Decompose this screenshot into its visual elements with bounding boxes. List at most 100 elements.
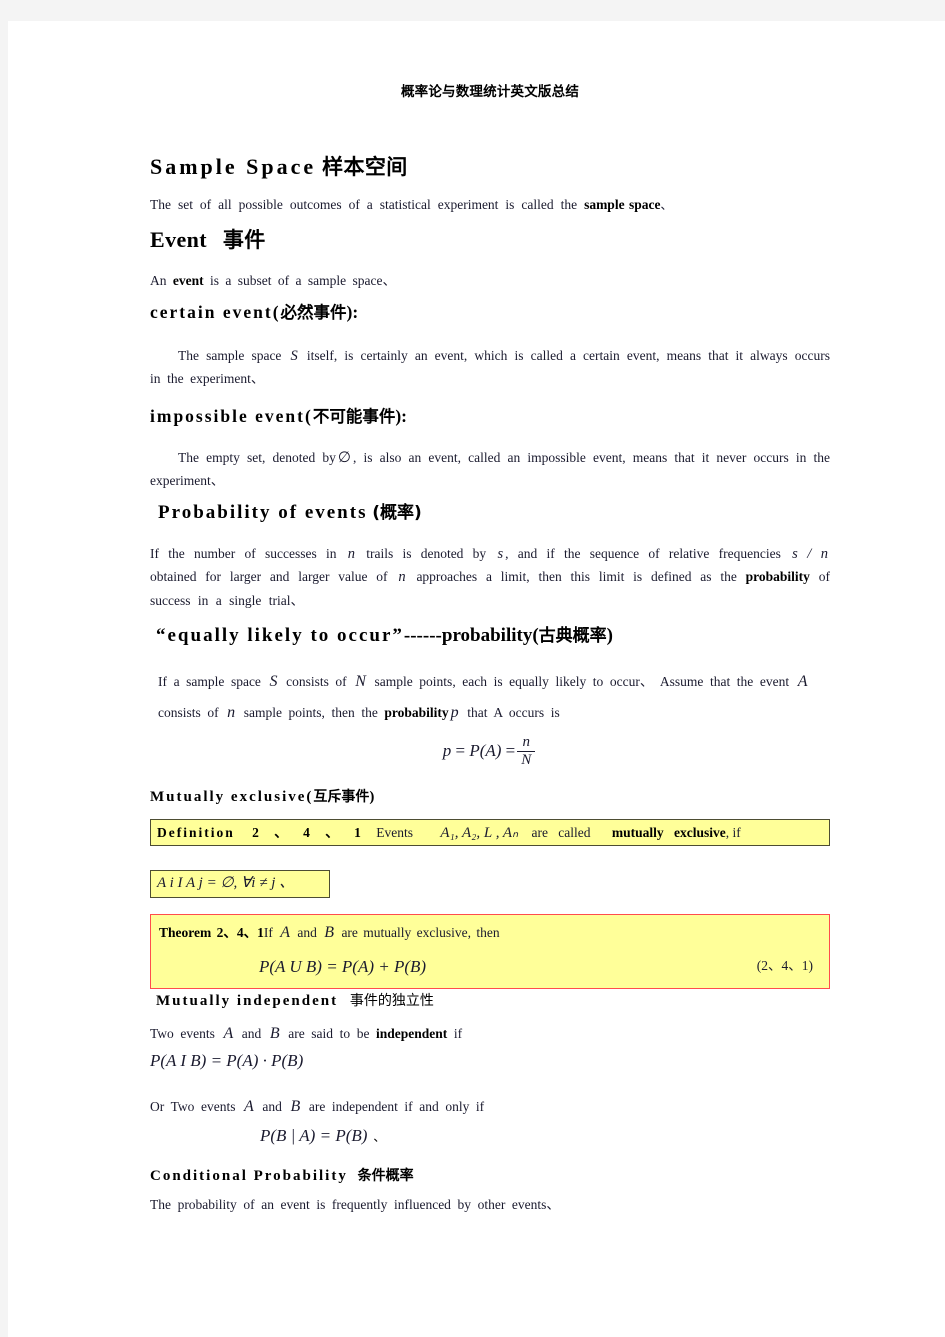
text-certain-1: The sample space <box>178 348 289 363</box>
definition-callout-box: Definition 2 、 4 、 1 Events A₁, A₂, L , … <box>150 819 830 847</box>
heading-mutex-tail: ) <box>369 789 375 805</box>
symbol-s: s <box>497 546 504 562</box>
theorem-text-3: are mutually exclusive, then <box>336 925 500 940</box>
text-sample-space-tail: 、 <box>660 198 673 212</box>
section-mutually-exclusive: Mutually exclusive(互斥事件) <box>150 789 830 806</box>
text-indep-1c: are said to be <box>281 1026 377 1041</box>
definition-number: 2 、 4 、 1 <box>252 825 361 840</box>
text-sample-space-bold: sample space <box>584 197 661 212</box>
text-event-bold: event <box>172 273 204 288</box>
text-eq-1: If a sample space <box>158 674 268 689</box>
theorem-label: Theorem <box>159 925 212 940</box>
theorem-callout-box: Theorem 2、4、1If A and B are mutually exc… <box>150 914 830 989</box>
text-eq-5: sample points, then the <box>237 705 385 721</box>
definition-symbols: A₁, A₂, L , Aₙ <box>440 825 519 841</box>
theorem-equation-number: (2、4、1) <box>756 958 813 973</box>
definition-label: Definition <box>157 825 235 840</box>
symbol-n-2: n <box>398 569 406 586</box>
heading-conditional-probability: Conditional Probability 条件概率 <box>150 1168 830 1185</box>
paragraph-impossible-event: The empty set, denoted by ∅, is also an e… <box>150 446 830 492</box>
theorem-text-2: and <box>292 925 323 940</box>
text-prob-bold: probability <box>745 569 810 585</box>
formula-denominator: N <box>517 751 536 769</box>
heading-mutex-cn: 互斥事件 <box>313 789 370 805</box>
symbol-A-indep: A <box>223 1025 234 1042</box>
heading-equally-bold: probability( <box>441 625 539 646</box>
formula-body: p = P(A) = n N <box>443 734 538 768</box>
heading-cond-en: Conditional Probability <box>150 1168 348 1184</box>
theorem-equation: P(A U B) = P(A) + P(B) <box>259 957 427 976</box>
heading-cond-cn: 条件概率 <box>357 1168 414 1184</box>
text-indep-2a: Or Two events <box>150 1099 243 1114</box>
section-conditional-probability: Conditional Probability 条件概率 <box>150 1168 830 1185</box>
theorem-number: 2、4、1 <box>216 925 264 940</box>
formula-numerator: n <box>522 734 531 750</box>
text-cond-body: The probability of an event is frequentl… <box>150 1197 560 1212</box>
formula-conditional-tail: 、 <box>373 1130 386 1144</box>
text-eq-2: consists of <box>279 674 354 689</box>
theorem-symbol-B: B <box>324 924 335 941</box>
formula-independent-1: P(A I B) = P(A) · P(B) <box>150 1051 830 1071</box>
paragraph-probability-of-events: If the number of successes in n trails i… <box>150 543 830 612</box>
formula-mid: P(A) <box>469 741 502 761</box>
paragraph-independent-1: Two events A and B are said to be indepe… <box>150 1021 830 1047</box>
heading-impossible-event-en: impossible event( <box>150 406 313 426</box>
heading-sample-space-cn: 样本空间 <box>322 155 408 179</box>
section-impossible-event: impossible event(不可能事件): <box>150 406 830 427</box>
heading-sample-space-en: Sample Space <box>150 154 317 179</box>
section-certain-event: certain event(必然事件): <box>150 302 830 323</box>
paragraph-certain-event: The sample space S itself, is certainly … <box>150 345 830 390</box>
symbol-n-3: n <box>227 704 236 722</box>
heading-equally-quote: “equally likely to occur” <box>156 625 404 646</box>
formula-fraction: nN <box>517 734 536 769</box>
paragraph-sample-space: The set of all possible outcomes of a st… <box>150 194 830 216</box>
heading-certain-event-cn: 必然事件 <box>280 303 347 322</box>
definition-subformula-box: A i I A j = ∅, ∀i ≠ j 、 <box>150 870 330 898</box>
document-page: 概率论与数理统计英文版总结 Sample Space 样本空间 The set … <box>8 21 945 1337</box>
formula-independent-2: P(B | A) = P(B) 、 <box>150 1126 940 1146</box>
formula-conditional-expr: P(B | A) = P(B) <box>260 1126 368 1145</box>
section-probability-of-events: Probability of events (概率) <box>150 502 838 524</box>
heading-event-cn: 事件 <box>222 228 266 252</box>
heading-probability-of-events: Probability of events (概率) <box>158 502 838 524</box>
definition-text-2: are called <box>531 825 591 840</box>
text-indep-1b: and <box>235 1026 268 1041</box>
symbol-A-indep-2: A <box>244 1098 254 1115</box>
heading-equally-cn: 古典概率 <box>538 626 607 646</box>
text-event-lead: An <box>150 273 173 288</box>
heading-equally-dashes: ------ <box>403 625 442 646</box>
heading-event: Event 事件 <box>150 227 830 252</box>
heading-sample-space: Sample Space 样本空间 <box>150 154 830 179</box>
heading-prob-events-cn: (概率) <box>372 503 422 523</box>
text-eq-6: that A occurs is <box>460 705 560 721</box>
text-impossible-1: The empty set, denoted by <box>178 450 336 465</box>
formula-independent-expr: P(A I B) = P(A) · P(B) <box>150 1051 304 1070</box>
formula-classical-probability: p = P(A) = n N <box>150 734 830 770</box>
text-indep-2c: are independent if and only if <box>302 1099 485 1114</box>
section-event: Event 事件 <box>150 227 830 252</box>
symbol-B-indep-2: B <box>290 1098 301 1115</box>
text-prob-4: obtained for larger and larger value of <box>150 569 397 585</box>
heading-equally-likely: “equally likely to occur”------probabili… <box>156 625 836 647</box>
symbol-A: A <box>797 673 808 690</box>
text-prob-1: If the number of successes in <box>150 546 346 561</box>
symbol-empty-set: ∅ <box>337 450 351 466</box>
text-indep-1d: if <box>447 1026 463 1041</box>
heading-equally-tail: ) <box>606 625 613 646</box>
heading-certain-event-en: certain event( <box>150 302 281 322</box>
formula-eq-2: = <box>505 741 516 761</box>
symbol-S-2: S <box>269 673 278 690</box>
theorem-header-line: Theorem 2、4、1If A and B are mutually exc… <box>159 921 821 945</box>
symbol-p: p <box>450 704 459 722</box>
definition-text-1: Events <box>376 825 414 840</box>
heading-event-en: Event <box>150 227 207 252</box>
heading-impossible-event-cn: 不可能事件 <box>312 407 396 426</box>
text-event-tail: is a subset of a sample space、 <box>203 273 396 288</box>
text-prob-2: trails is denoted by <box>356 546 496 561</box>
theorem-symbol-A: A <box>280 924 291 941</box>
heading-indep-cn: 事件的独立性 <box>349 993 434 1009</box>
text-eq-4: consists of <box>158 705 226 721</box>
heading-mutually-exclusive: Mutually exclusive(互斥事件) <box>150 789 830 806</box>
symbol-S: S <box>290 348 298 364</box>
heading-impossible-event-tail: ): <box>395 406 407 426</box>
